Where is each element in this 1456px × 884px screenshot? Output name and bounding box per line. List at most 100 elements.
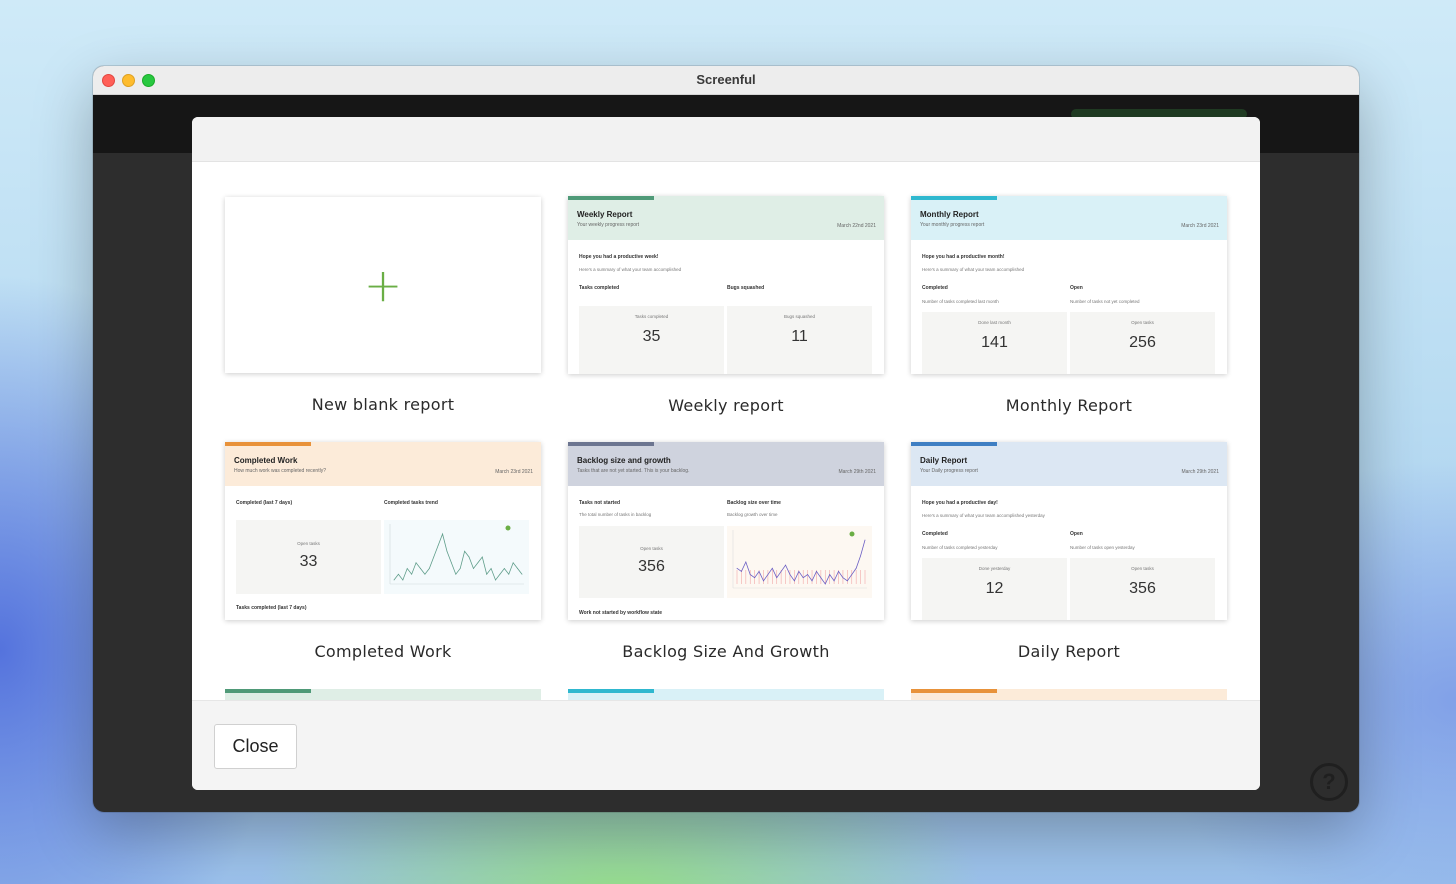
template-thumbnail[interactable]: Daily Report Your Daily progress report … xyxy=(911,442,1227,620)
data-point xyxy=(442,533,443,535)
right-heading: Backlog size over time xyxy=(727,500,781,506)
trend-chart-tile xyxy=(384,520,529,594)
data-point xyxy=(842,577,844,579)
template-thumbnail[interactable]: + xyxy=(225,197,541,373)
template-thumbnail[interactable]: Backlog size and growth Tasks that are n… xyxy=(568,442,884,620)
accent-bar xyxy=(568,196,654,200)
data-point xyxy=(829,574,831,575)
data-point xyxy=(838,571,839,572)
left-tile: Open tasks 33 xyxy=(236,520,381,594)
data-point xyxy=(824,583,826,585)
thumb-header: Completed Work How much work was complet… xyxy=(225,442,541,486)
template-card-monthly[interactable]: Monthly Report Your monthly progress rep… xyxy=(911,196,1227,415)
legend-marker xyxy=(849,531,855,537)
data-point xyxy=(402,579,404,581)
data-point xyxy=(820,577,822,579)
data-point xyxy=(816,571,817,572)
tile-value: 356 xyxy=(638,558,665,575)
data-point xyxy=(398,573,399,575)
thumb-summary: Here's a summary of what your team accom… xyxy=(922,267,1025,272)
data-point xyxy=(464,550,466,552)
template-card-weekly[interactable]: Weekly Report Your weekly progress repor… xyxy=(568,196,884,415)
data-point xyxy=(433,556,435,558)
plus-icon: + xyxy=(363,258,403,312)
template-gallery: + New blank report Weekly Report Your we… xyxy=(192,162,1260,700)
thumb-subtitle: Your monthly progress report xyxy=(920,222,985,228)
data-point xyxy=(833,580,835,582)
left-tile: Tasks completed 35 xyxy=(579,306,724,374)
data-point xyxy=(864,539,866,541)
data-point xyxy=(776,577,778,579)
data-point xyxy=(798,571,800,572)
template-label: New blank report xyxy=(311,395,455,414)
right-heading: Open xyxy=(1070,531,1083,537)
tile-value: 356 xyxy=(1129,580,1156,597)
thumb-title: Daily Report xyxy=(920,456,968,465)
thumb-title: Weekly Report xyxy=(577,210,633,219)
bottom-heading: Tasks completed (last 7 days) xyxy=(236,605,307,611)
right-tile: Open tasks 356 xyxy=(1070,558,1215,620)
thumb-title: Backlog size and growth xyxy=(577,456,671,465)
thumb-date: March 29th 2021 xyxy=(1181,469,1219,475)
left-tile: Done yesterday 12 xyxy=(922,558,1067,620)
thumb-date: March 23rd 2021 xyxy=(495,469,533,475)
data-point xyxy=(517,568,518,569)
template-modal: + New blank report Weekly Report Your we… xyxy=(192,117,1260,790)
series-line xyxy=(736,539,866,585)
completed-trend-chart xyxy=(389,524,524,585)
data-point xyxy=(490,568,492,569)
data-point xyxy=(811,580,813,582)
series-line xyxy=(393,532,523,581)
help-icon[interactable]: ? xyxy=(1310,763,1348,801)
tile-value: 141 xyxy=(981,334,1008,351)
template-card-backlog[interactable]: Backlog size and growth Tasks that are n… xyxy=(568,442,884,661)
template-label: Backlog Size And Growth xyxy=(622,642,830,661)
thumb-header: Weekly Report Your weekly progress repor… xyxy=(568,196,884,240)
modal-footer: Close xyxy=(192,700,1260,790)
tile-value: 33 xyxy=(299,553,318,570)
template-card-peek[interactable] xyxy=(568,689,884,700)
data-point xyxy=(745,561,747,563)
template-card-completed-work[interactable]: Completed Work How much work was complet… xyxy=(225,442,541,661)
template-thumbnail[interactable]: Completed Work How much work was complet… xyxy=(225,442,541,620)
data-point xyxy=(455,573,457,575)
data-point xyxy=(785,564,786,566)
template-label: Daily Report xyxy=(1017,642,1121,661)
template-card-peek[interactable] xyxy=(911,689,1227,700)
data-point xyxy=(468,556,470,558)
tile-value: 11 xyxy=(791,328,808,345)
data-point xyxy=(477,562,479,564)
thumb-header: Backlog size and growth Tasks that are n… xyxy=(568,442,884,486)
tile-label: Open tasks xyxy=(1131,320,1154,325)
legend-marker xyxy=(505,525,511,531)
left-heading: Completed xyxy=(922,531,948,537)
template-card-peek[interactable] xyxy=(225,689,541,700)
data-point xyxy=(771,567,773,569)
template-thumbnail[interactable]: Weekly Report Your weekly progress repor… xyxy=(568,196,884,374)
template-card-daily[interactable]: Daily Report Your Daily progress report … xyxy=(911,442,1227,661)
left-heading: Tasks not started xyxy=(579,500,621,506)
data-point xyxy=(855,567,857,569)
data-point xyxy=(508,573,510,575)
thumb-header: Daily Report Your Daily progress report … xyxy=(911,442,1227,486)
thumb-date: March 23rd 2021 xyxy=(1181,223,1219,229)
left-desc: Number of tasks completed last month xyxy=(922,299,999,304)
data-point xyxy=(767,574,769,575)
template-thumbnail[interactable]: Monthly Report Your monthly progress rep… xyxy=(911,196,1227,374)
tile-label: Open tasks xyxy=(1131,566,1154,571)
template-card-blank[interactable]: + New blank report xyxy=(225,197,541,414)
data-point xyxy=(420,568,421,569)
data-point xyxy=(780,571,782,572)
tile-label: Tasks completed xyxy=(634,314,669,319)
data-point xyxy=(481,556,483,558)
thumb-subtitle: How much work was completed recently? xyxy=(234,468,326,474)
window-title: Screenful xyxy=(696,72,756,87)
thumb-subtitle: Your weekly progress report xyxy=(577,222,640,228)
app-window: Screenful ? + New blank report Weekly Re… xyxy=(93,66,1359,812)
accent-bar xyxy=(911,442,997,446)
thumb-date: March 29th 2021 xyxy=(838,469,876,475)
accent-bar xyxy=(568,689,654,693)
left-heading: Tasks completed xyxy=(579,285,620,291)
close-button[interactable]: Close xyxy=(214,724,297,769)
chart-series xyxy=(736,539,866,585)
